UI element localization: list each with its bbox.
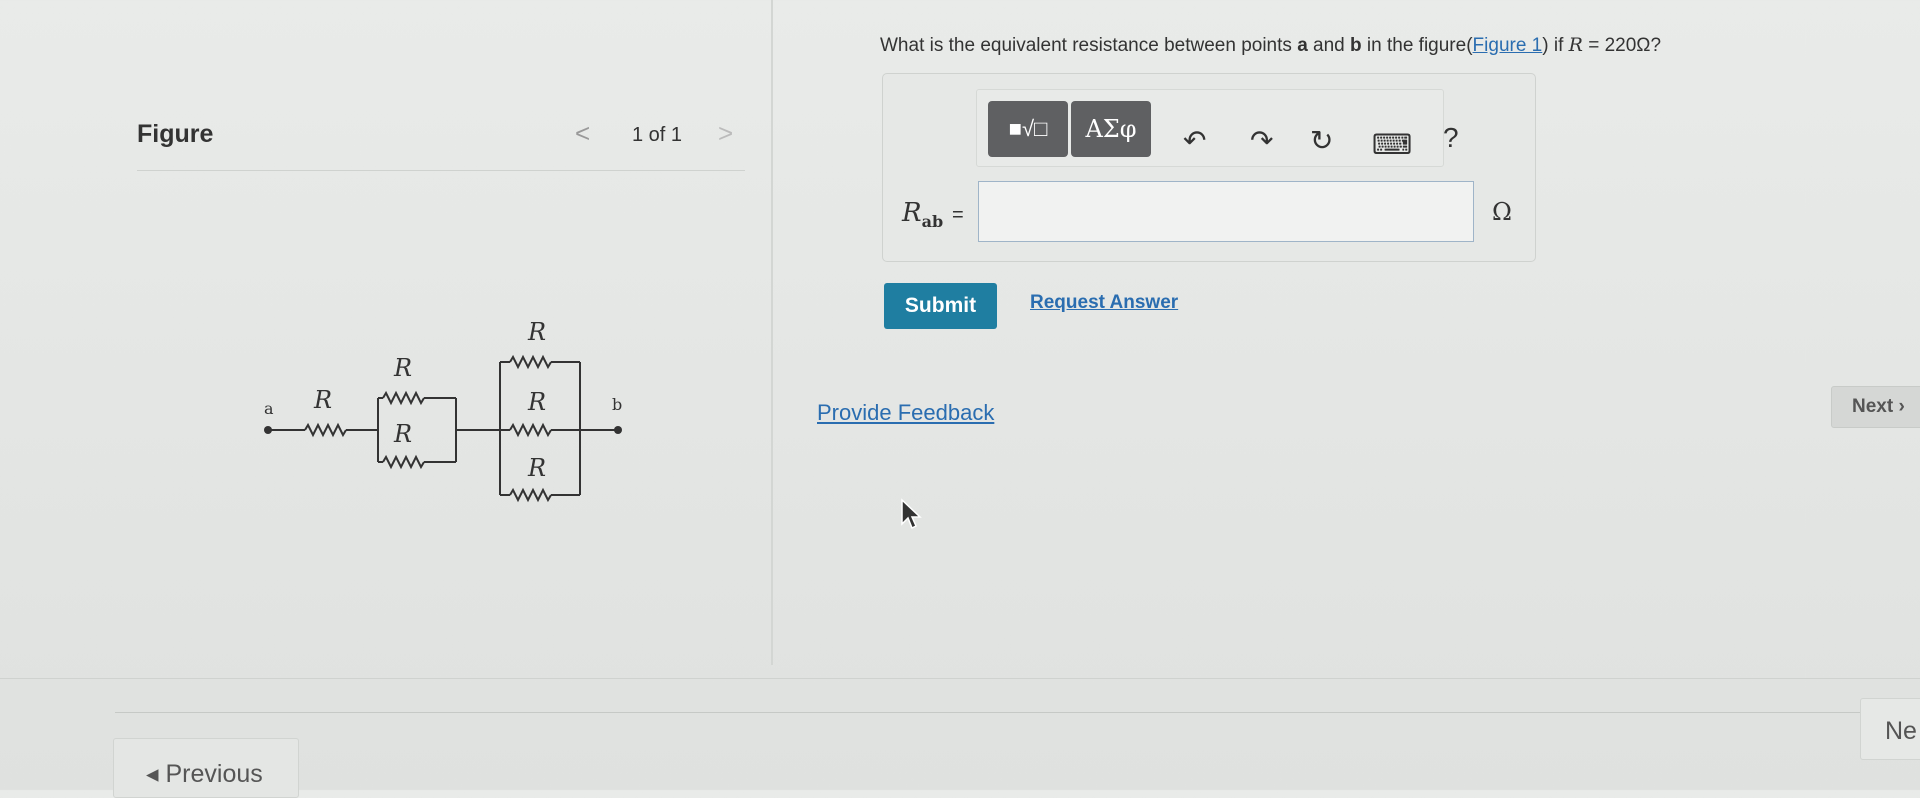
provide-feedback-link[interactable]: Provide Feedback bbox=[817, 400, 994, 426]
keyboard-icon[interactable]: ⌨ bbox=[1372, 128, 1412, 161]
figure-link[interactable]: Figure 1 bbox=[1473, 35, 1543, 56]
templates-button[interactable]: ■√□ bbox=[988, 101, 1068, 157]
circuit-diagram: R R R R R R a b bbox=[264, 318, 622, 503]
resistor-label: R bbox=[527, 388, 546, 416]
figure-prev-arrow-icon[interactable]: < bbox=[575, 118, 590, 149]
answer-label-main: R bbox=[902, 198, 922, 228]
panel-divider bbox=[771, 0, 773, 665]
question-part: ) if bbox=[1542, 35, 1569, 56]
node-a-dot bbox=[264, 426, 272, 434]
undo-icon[interactable]: ↶ bbox=[1183, 124, 1206, 157]
node-b-label: b bbox=[612, 395, 622, 414]
resistor-label: R bbox=[527, 454, 546, 482]
question-part: and bbox=[1307, 35, 1351, 56]
footer-divider bbox=[0, 678, 1920, 679]
answer-label-sub: ab bbox=[921, 212, 944, 232]
figure-counter: 1 of 1 bbox=[632, 124, 683, 146]
help-icon[interactable]: ? bbox=[1443, 122, 1459, 154]
figure-divider bbox=[137, 170, 745, 171]
next-bottom-button[interactable]: Ne bbox=[1860, 698, 1920, 760]
point-b: b bbox=[1350, 35, 1362, 56]
resistor-label: R bbox=[313, 386, 332, 414]
equals-sign: = bbox=[952, 204, 964, 226]
point-a: a bbox=[1297, 35, 1308, 56]
symbols-button[interactable]: ΑΣφ bbox=[1071, 101, 1151, 157]
next-button[interactable]: Next › bbox=[1831, 386, 1920, 428]
question-part: What is the equivalent resistance betwee… bbox=[880, 35, 1298, 56]
resistor-label: R bbox=[527, 318, 546, 346]
previous-button[interactable]: ◂ Previous bbox=[113, 738, 299, 798]
math-variable: R bbox=[1568, 34, 1583, 56]
answer-input[interactable] bbox=[978, 181, 1474, 242]
question-part: in the figure( bbox=[1361, 35, 1473, 56]
resistor-label: R bbox=[393, 420, 412, 448]
reset-icon[interactable]: ↻ bbox=[1310, 124, 1333, 157]
submit-button[interactable]: Submit bbox=[884, 283, 997, 329]
resistor-label: R bbox=[393, 354, 412, 382]
answer-label: Rab bbox=[902, 198, 943, 231]
node-b-dot bbox=[614, 426, 622, 434]
node-a-label: a bbox=[264, 399, 274, 418]
math-value: = 220Ω? bbox=[1582, 35, 1662, 56]
footer-divider bbox=[115, 712, 1920, 713]
question-text: What is the equivalent resistance betwee… bbox=[880, 34, 1661, 57]
unit-label: Ω bbox=[1492, 198, 1512, 226]
mouse-cursor-icon bbox=[901, 498, 922, 530]
figure-next-arrow-icon[interactable]: > bbox=[718, 118, 733, 149]
figure-title: Figure bbox=[137, 120, 214, 148]
request-answer-link[interactable]: Request Answer bbox=[1030, 292, 1178, 314]
redo-icon[interactable]: ↷ bbox=[1250, 124, 1273, 157]
